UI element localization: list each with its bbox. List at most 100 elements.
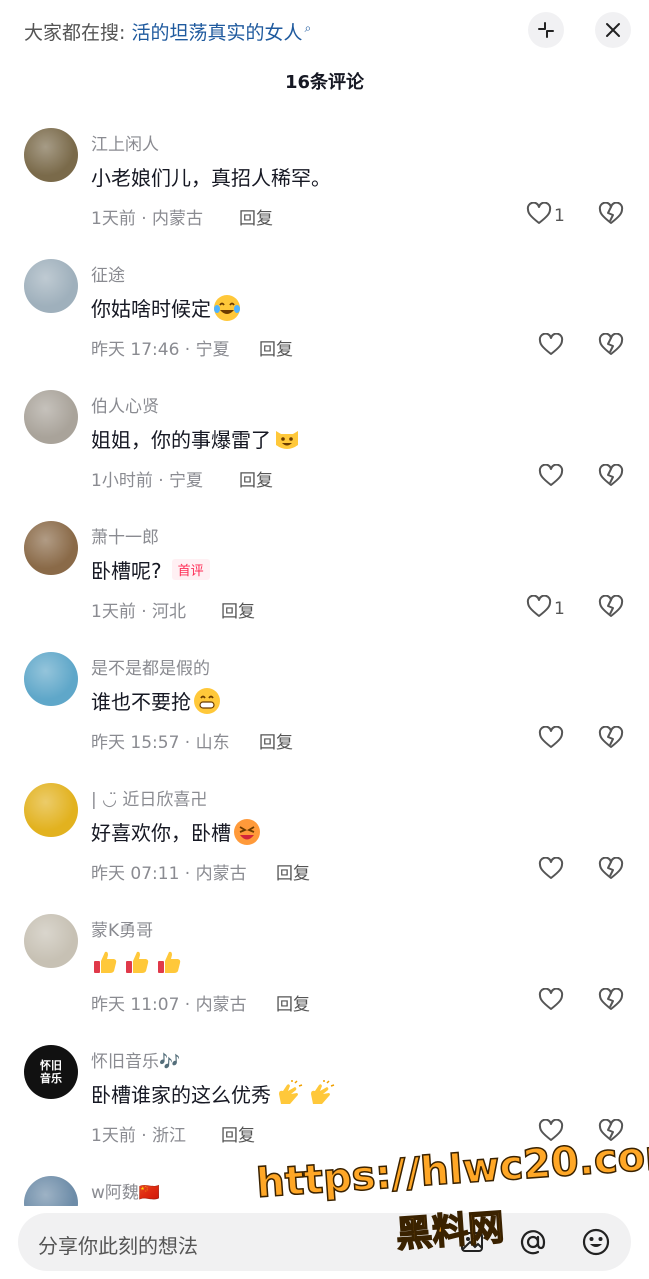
avatar[interactable] xyxy=(24,652,78,706)
dislike-heart-icon xyxy=(598,987,624,1016)
comment-time-location: 昨天 07:11 · 内蒙古 xyxy=(91,864,247,884)
like-button[interactable] xyxy=(538,332,564,361)
reply-button[interactable]: 回复 xyxy=(239,466,273,491)
heart-icon xyxy=(526,594,552,623)
dislike-button[interactable] xyxy=(598,856,624,885)
comment-text-body: 你姑啥时候定 xyxy=(91,297,211,321)
thumbs-up-emoji xyxy=(123,948,151,976)
shrink-button[interactable] xyxy=(528,12,564,48)
dislike-heart-icon xyxy=(598,725,624,754)
comment-username[interactable]: 伯人心贤 xyxy=(91,392,159,417)
search-prefix: 大家都在搜: xyxy=(24,22,132,44)
comment-time-location: 昨天 11:07 · 内蒙古 xyxy=(91,995,247,1015)
dislike-button[interactable] xyxy=(598,987,624,1016)
comment-item[interactable]: 伯人心贤 姐姐，你的事爆雷了 1小时前 · 宁夏 回复 xyxy=(0,380,649,511)
clapping-hands-emoji xyxy=(275,1079,303,1108)
comment-count: 16条评论 xyxy=(284,72,365,93)
comment-username[interactable]: 萧十一郎 xyxy=(91,523,159,548)
reply-button[interactable]: 回复 xyxy=(259,335,293,360)
search-suggestion[interactable]: 大家都在搜: 活的坦荡真实的女人 ⌕ xyxy=(24,18,311,45)
comment-item[interactable]: 萧十一郎 卧槽呢? 首评 1天前 · 河北 回复 1 xyxy=(0,511,649,642)
dislike-heart-icon xyxy=(598,594,624,623)
dislike-heart-icon xyxy=(598,201,624,230)
reply-button[interactable]: 回复 xyxy=(239,204,273,229)
reply-button[interactable]: 回复 xyxy=(259,728,293,753)
comment-item[interactable]: 怀旧 音乐 怀旧音乐🎶 卧槽谁家的这么优秀 1天前 · 浙江 回复 xyxy=(0,1035,649,1166)
comment-list[interactable]: 江上闲人 小老娘们儿，真招人稀罕。 1天前 · 内蒙古 回复 1 征途 你姑啥时候定 昨天 1… xyxy=(0,118,649,1206)
comment-text: 好喜欢你，卧槽 xyxy=(91,817,261,846)
comment-item[interactable]: w阿魏🇨🇳 xyxy=(0,1166,649,1206)
comment-time-location: 昨天 15:57 · 山东 xyxy=(91,733,230,753)
heart-icon xyxy=(538,332,564,361)
avatar[interactable] xyxy=(24,1176,78,1206)
avatar[interactable] xyxy=(24,259,78,313)
avatar[interactable] xyxy=(24,128,78,182)
like-button[interactable] xyxy=(538,725,564,754)
comment-input[interactable]: 分享你此刻的想法 xyxy=(18,1213,631,1271)
search-query-link[interactable]: 活的坦荡真实的女人 xyxy=(131,22,302,44)
emoji-icon[interactable] xyxy=(580,1226,612,1258)
image-icon[interactable] xyxy=(456,1226,488,1258)
comment-item[interactable]: 是不是都是假的 谁也不要抢昨天 15:57 · 山东 回复 xyxy=(0,642,649,773)
comment-item[interactable]: 江上闲人 小老娘们儿，真招人稀罕。 1天前 · 内蒙古 回复 1 xyxy=(0,118,649,249)
clapping-hands-emoji xyxy=(307,1079,335,1108)
at-icon[interactable] xyxy=(517,1226,549,1258)
comment-username[interactable]: 征途 xyxy=(91,261,125,286)
comment-username[interactable]: 怀旧音乐🎶 xyxy=(91,1047,180,1072)
grinning-cat-face-emoji xyxy=(273,425,301,453)
dislike-button[interactable] xyxy=(598,201,624,230)
avatar[interactable] xyxy=(24,390,78,444)
comment-text-body: 谁也不要抢 xyxy=(91,690,191,714)
comment-username[interactable]: 蒙K勇哥 xyxy=(91,916,153,941)
heart-icon xyxy=(538,1118,564,1147)
dislike-heart-icon xyxy=(598,1118,624,1147)
dislike-button[interactable] xyxy=(598,332,624,361)
heart-icon xyxy=(538,463,564,492)
shrink-icon xyxy=(538,22,554,38)
comment-text: 谁也不要抢 xyxy=(91,686,221,715)
like-button[interactable] xyxy=(538,463,564,492)
comment-text-body: 卧槽呢? xyxy=(91,559,162,583)
heart-icon xyxy=(526,201,552,230)
reply-button[interactable]: 回复 xyxy=(276,859,310,884)
heart-icon xyxy=(538,987,564,1016)
comment-username[interactable]: w阿魏🇨🇳 xyxy=(91,1178,160,1203)
comment-time-location: 1小时前 · 宁夏 xyxy=(91,471,204,491)
dislike-button[interactable] xyxy=(598,463,624,492)
avatar[interactable] xyxy=(24,521,78,575)
comment-item[interactable]: 蒙K勇哥昨天 11:07 · 内蒙古 回复 xyxy=(0,904,649,1035)
dislike-button[interactable] xyxy=(598,1118,624,1147)
like-button[interactable]: 1 xyxy=(526,594,565,623)
reply-button[interactable]: 回复 xyxy=(221,597,255,622)
thumbs-up-emoji xyxy=(155,948,183,976)
comment-text xyxy=(91,948,187,976)
comment-item[interactable]: 征途 你姑啥时候定 昨天 17:46 · 宁夏 回复 xyxy=(0,249,649,380)
comment-username[interactable]: 是不是都是假的 xyxy=(91,654,210,679)
avatar[interactable]: 怀旧 音乐 xyxy=(24,1045,78,1099)
reply-button[interactable]: 回复 xyxy=(221,1121,255,1146)
reply-button[interactable]: 回复 xyxy=(276,990,310,1015)
comment-text-body: 卧槽谁家的这么优秀 xyxy=(91,1083,271,1107)
like-count: 1 xyxy=(554,206,565,226)
close-button[interactable] xyxy=(595,12,631,48)
comment-username[interactable]: 江上闲人 xyxy=(91,130,159,155)
grinning-face-emoji xyxy=(193,687,221,715)
dislike-button[interactable] xyxy=(598,725,624,754)
comment-username[interactable]: | ◡̈ 近日欣喜卍 xyxy=(91,785,207,810)
first-comment-badge: 首评 xyxy=(171,559,210,580)
heart-icon xyxy=(538,725,564,754)
comment-text: 卧槽呢? 首评 xyxy=(91,555,210,584)
avatar[interactable] xyxy=(24,783,78,837)
close-icon xyxy=(606,23,620,37)
like-button[interactable]: 1 xyxy=(526,201,565,230)
comment-text: 小老娘们儿，真招人稀罕。 xyxy=(91,162,331,191)
search-icon: ⌕ xyxy=(304,20,312,35)
avatar[interactable] xyxy=(24,914,78,968)
like-button[interactable] xyxy=(538,987,564,1016)
comment-item[interactable]: | ◡̈ 近日欣喜卍好喜欢你，卧槽昨天 07:11 · 内蒙古 回复 xyxy=(0,773,649,904)
like-button[interactable] xyxy=(538,856,564,885)
laughing-face-emoji xyxy=(233,818,261,846)
thumbs-up-emoji xyxy=(91,948,119,976)
like-button[interactable] xyxy=(538,1118,564,1147)
dislike-button[interactable] xyxy=(598,594,624,623)
